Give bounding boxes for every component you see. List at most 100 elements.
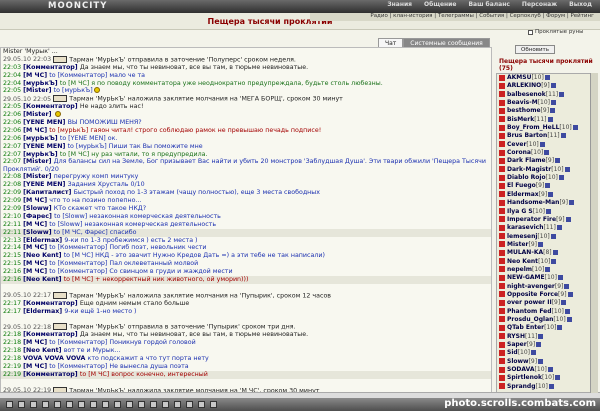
user-list-item[interactable]: Beavis-M[10]: [497, 99, 593, 107]
user-list-item[interactable]: ARLEKINO[9]: [497, 82, 593, 90]
message-time[interactable]: 22:05: [3, 87, 21, 94]
info-icon[interactable]: [565, 216, 571, 222]
info-icon[interactable]: [544, 150, 550, 156]
toolbar-button-icon[interactable]: [150, 401, 157, 408]
message-time[interactable]: 29.05.10 22:18: [3, 324, 51, 331]
top-nav-item[interactable]: Ваш баланс: [468, 1, 509, 8]
runes-checkbox[interactable]: [528, 29, 533, 35]
info-icon[interactable]: [572, 125, 578, 131]
user-name[interactable]: Mister: [507, 241, 529, 248]
message-author[interactable]: [Neo Kent]: [23, 347, 64, 354]
info-icon[interactable]: [564, 308, 570, 314]
user-list-item[interactable]: night-avenger[9]: [497, 283, 593, 291]
tab-chat[interactable]: Чат: [378, 38, 404, 47]
info-icon[interactable]: [531, 350, 537, 356]
user-name[interactable]: Beavis-M: [507, 99, 538, 106]
message-time[interactable]: 22:03: [3, 64, 21, 71]
user-list-item[interactable]: Saper[9]: [497, 341, 593, 349]
toolbar-button-icon[interactable]: [78, 401, 85, 408]
user-list-item[interactable]: Handsome-Man[9]: [497, 199, 593, 207]
message-author[interactable]: [YENE MEN]: [23, 181, 67, 188]
info-icon[interactable]: [555, 158, 561, 164]
user-list-item[interactable]: RYSH[11]: [497, 333, 593, 341]
toolbar-button-icon[interactable]: [102, 401, 109, 408]
toolbar-button-icon[interactable]: [42, 401, 49, 408]
info-icon[interactable]: [545, 183, 551, 189]
user-name[interactable]: Phantom Fed: [507, 308, 552, 315]
message-author[interactable]: [мурЬкЪ]: [23, 80, 60, 87]
chat-log[interactable]: Mister 'Мурык' ... 29.05.10 22:03 Тарман '…: [0, 47, 492, 394]
message-time[interactable]: 22:04: [3, 72, 21, 79]
user-name[interactable]: QTab Enter: [507, 324, 544, 331]
message-time[interactable]: 22:13: [3, 237, 21, 244]
info-icon[interactable]: [556, 225, 562, 231]
message-time[interactable]: 22:07: [3, 143, 21, 150]
info-icon[interactable]: [544, 75, 550, 80]
message-author[interactable]: [Комментатор]: [23, 371, 80, 378]
user-name[interactable]: Imperator Fire: [507, 216, 556, 223]
message-author[interactable]: [М ЧС]: [23, 339, 49, 346]
user-list-item[interactable]: BisMerk[11]: [497, 116, 593, 124]
toolbar-button-icon[interactable]: [66, 401, 73, 408]
toolbar-button-icon[interactable]: [174, 401, 181, 408]
info-icon[interactable]: [547, 116, 553, 122]
user-list-item[interactable]: over power II[9]: [497, 299, 593, 307]
info-icon[interactable]: [552, 250, 558, 256]
toolbar-button-icon[interactable]: [138, 401, 145, 408]
message-time[interactable]: 22:19: [3, 363, 21, 370]
user-name[interactable]: El Fuego: [507, 182, 536, 189]
user-name[interactable]: MULAN-KA: [507, 249, 543, 256]
user-name[interactable]: Cever: [507, 141, 526, 148]
user-list-item[interactable]: karasevich[11]: [497, 224, 593, 232]
runes-toggle[interactable]: Проклятые руны: [528, 29, 584, 35]
toolbar-button-icon[interactable]: [30, 401, 37, 408]
user-list-item[interactable]: Eldermax[9]: [497, 191, 593, 199]
info-icon[interactable]: [564, 283, 570, 289]
user-list-item[interactable]: Diablo Rojo[10]: [497, 174, 593, 182]
message-time[interactable]: 29.05.10 22:05: [3, 96, 51, 103]
message-time[interactable]: 22:18: [3, 339, 21, 346]
user-name[interactable]: Sprandg: [507, 383, 536, 390]
message-author[interactable]: [Комментатор]: [23, 64, 80, 71]
message-time[interactable]: 22:15: [3, 252, 21, 259]
info-icon[interactable]: [550, 108, 556, 114]
user-name[interactable]: Corona: [507, 149, 531, 156]
user-name[interactable]: Opposite Force: [507, 291, 558, 298]
message-time[interactable]: 22:19: [3, 371, 21, 378]
message-time[interactable]: 22:08: [3, 173, 21, 180]
user-name[interactable]: ARLEKINO: [507, 82, 541, 89]
message-author[interactable]: [М ЧС]: [23, 363, 49, 370]
message-time[interactable]: 22:04: [3, 80, 21, 87]
user-name[interactable]: Diablo Rojo: [507, 174, 546, 181]
user-list-item[interactable]: Imperator Fire[9]: [497, 216, 593, 224]
toolbar-button-icon[interactable]: [114, 401, 121, 408]
user-name[interactable]: Neo Kent: [507, 258, 538, 265]
top-nav-item[interactable]: Общение: [424, 1, 456, 8]
info-icon[interactable]: [538, 333, 544, 339]
user-name[interactable]: RYSH: [507, 333, 525, 340]
message-time[interactable]: 22:09: [3, 197, 21, 204]
message-author[interactable]: [мурЬкЪ]: [23, 151, 60, 158]
info-icon[interactable]: [560, 133, 566, 139]
user-name[interactable]: besthome: [507, 107, 541, 114]
toolbar-button-icon[interactable]: [162, 401, 169, 408]
info-icon[interactable]: [546, 208, 552, 214]
message-time[interactable]: 22:14: [3, 244, 21, 251]
user-list-item[interactable]: besthome[9]: [497, 107, 593, 115]
message-author[interactable]: [Комментатор]: [23, 103, 80, 110]
tab-system-messages[interactable]: Системные сообщения: [403, 38, 490, 47]
user-name[interactable]: lemesenj: [507, 233, 537, 240]
user-name[interactable]: Sid: [507, 349, 518, 356]
message-author[interactable]: [Фарес]: [23, 213, 54, 220]
message-author[interactable]: [М ЧС]: [23, 72, 49, 79]
toolbar-button-icon[interactable]: [198, 401, 205, 408]
user-list-item[interactable]: Brus Barton[11]: [497, 132, 593, 140]
info-icon[interactable]: [566, 316, 572, 322]
message-time[interactable]: 29.05.10 22:03: [3, 56, 51, 63]
toolbar-button-icon[interactable]: [54, 401, 61, 408]
user-list[interactable]: AKMSU[10] ARLEKINO[9] balbesenok[11] Beavis…: [496, 73, 594, 393]
info-icon[interactable]: [550, 83, 556, 89]
toolbar-button-icon[interactable]: [6, 401, 13, 408]
message-author[interactable]: [Neo Kent]: [23, 252, 64, 259]
info-icon[interactable]: [555, 375, 561, 381]
